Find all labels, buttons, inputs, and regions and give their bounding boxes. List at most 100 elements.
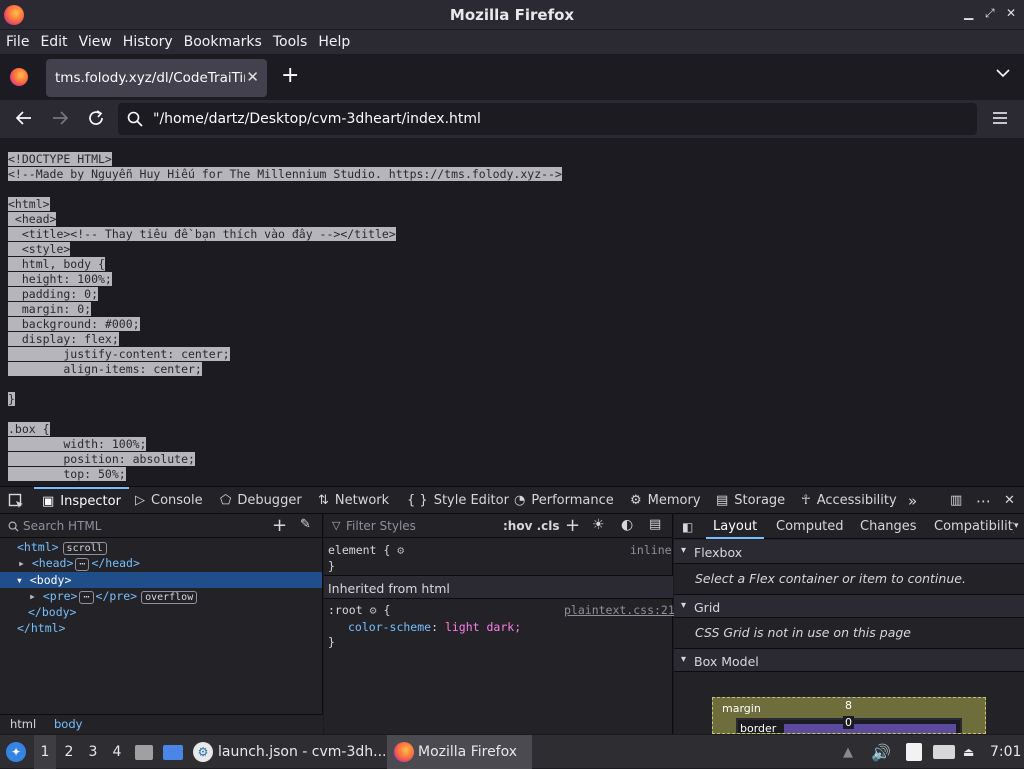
breadcrumb-body[interactable]: body xyxy=(54,717,82,731)
ellipsis-icon[interactable]: ⋯ xyxy=(79,591,94,604)
taskbar-firefox[interactable]: Mozilla Firefox xyxy=(387,735,532,769)
overflow-badge[interactable]: overflow xyxy=(141,591,198,604)
tab-compatibility[interactable]: Compatibility xyxy=(934,519,1014,534)
reload-icon[interactable] xyxy=(87,109,105,127)
workspace-4[interactable]: 4 xyxy=(106,735,128,769)
volume-icon[interactable]: 🔊 xyxy=(871,735,891,769)
workspace-2[interactable]: 2 xyxy=(58,735,80,769)
boxmodel-section-header[interactable]: ▾ Box Model xyxy=(674,648,1024,672)
node-head[interactable]: ▸ <head> ⋯ </head> xyxy=(18,556,140,571)
browser-tab[interactable]: tms.folody.xyz/dl/CodeTraiTim ✕ xyxy=(46,59,267,97)
more-tabs-icon[interactable]: » xyxy=(908,487,917,514)
workspace-3[interactable]: 3 xyxy=(82,735,104,769)
notification-icon[interactable]: ▲ xyxy=(843,735,853,769)
tab-performance[interactable]: ◔ Performance xyxy=(514,487,614,514)
node-html-close: </html> xyxy=(17,621,65,635)
tab-computed[interactable]: Computed xyxy=(776,519,844,534)
print-icon[interactable]: ▤ xyxy=(649,517,661,532)
root-source-link[interactable]: plaintext.css:21 xyxy=(564,603,675,617)
flexbox-section-header[interactable]: ▾ Flexbox xyxy=(674,540,1024,564)
close-window-icon[interactable]: ✕ xyxy=(1006,6,1016,20)
node-pre[interactable]: ▸ <pre> ⋯ </pre> overflow xyxy=(29,589,198,604)
tab-network[interactable]: ⇅ Network xyxy=(318,487,389,514)
collapse-arrow-icon[interactable]: ▾ xyxy=(16,573,30,587)
hamburger-menu-icon[interactable] xyxy=(992,111,1008,125)
tab-accessibility[interactable]: ☥ Accessibility xyxy=(801,487,897,514)
source-text: <!DOCTYPE HTML> <!--Made by Nguyễn Huy Hi… xyxy=(8,152,1024,482)
start-menu-icon[interactable]: ✦ xyxy=(6,735,26,769)
menu-history[interactable]: History xyxy=(123,34,173,50)
close-devtools-icon[interactable]: ✕ xyxy=(1004,487,1015,514)
menu-tools[interactable]: Tools xyxy=(273,34,308,50)
clipboard-icon[interactable] xyxy=(906,735,922,769)
sidebar-tabs: ◧ Layout Computed Changes Compatibility … xyxy=(674,514,1024,539)
workspace-1[interactable]: 1 xyxy=(34,735,56,769)
grid-section-header[interactable]: ▾ Grid xyxy=(674,594,1024,618)
margin-value[interactable]: 8 xyxy=(845,699,852,712)
tab-storage[interactable]: ▤ Storage xyxy=(716,487,785,514)
expand-arrow-icon[interactable]: ▸ xyxy=(29,589,43,603)
tab-console-label: Console xyxy=(151,493,203,508)
add-rule-icon[interactable]: + xyxy=(565,515,580,536)
root-rule[interactable]: :root ⚙ { xyxy=(328,603,390,617)
border-value[interactable]: 0 xyxy=(843,716,854,729)
element-rule[interactable]: element { ⚙ xyxy=(328,543,404,557)
tab-style-editor[interactable]: { } Style Editor xyxy=(407,487,509,514)
window-title: Mozilla Firefox xyxy=(449,5,575,24)
page-content[interactable]: <!DOCTYPE HTML> <!--Made by Nguyễn Huy Hi… xyxy=(0,138,1024,486)
new-tab-button[interactable]: + xyxy=(281,65,299,87)
tab-debugger[interactable]: ⬠ Debugger xyxy=(220,487,302,514)
expand-arrow-icon[interactable]: ▸ xyxy=(18,556,32,570)
grid-message: CSS Grid is not in use on this page xyxy=(695,625,911,640)
color-scheme-declaration[interactable]: color-scheme: light dark; xyxy=(348,620,521,634)
gear-icon[interactable]: ⚙ xyxy=(397,543,404,557)
forward-arrow-icon[interactable] xyxy=(51,109,69,127)
source-line: } xyxy=(8,392,1024,407)
tab-inspector[interactable]: ▣ Inspector xyxy=(34,487,129,514)
clock[interactable]: 7:01 xyxy=(990,735,1021,769)
menu-file[interactable]: File xyxy=(6,34,29,50)
hov-cls-toggle[interactable]: :hov .cls xyxy=(503,519,560,533)
tab-console[interactable]: ▷ Console xyxy=(135,487,203,514)
more-options-icon[interactable]: ⋯ xyxy=(976,487,991,514)
menu-view[interactable]: View xyxy=(79,34,112,50)
light-mode-icon[interactable]: ☀ xyxy=(592,517,605,533)
taskbar-vscode-label: launch.json - cvm-3dh... xyxy=(218,744,387,760)
node-body[interactable]: ▾ <body> xyxy=(16,573,71,587)
firefox-logo-icon xyxy=(4,5,24,25)
chevron-down-icon[interactable]: ▾ xyxy=(1014,521,1019,531)
tab-memory[interactable]: ⚙ Memory xyxy=(630,487,701,514)
menu-edit[interactable]: Edit xyxy=(40,34,67,50)
tab-layout[interactable]: Layout xyxy=(706,514,765,539)
collapse-arrow-icon: ▾ xyxy=(681,600,687,611)
address-bar[interactable]: "/home/dartz/Desktop/cvm-3dheart/index.h… xyxy=(118,103,977,135)
file-manager-icon[interactable] xyxy=(135,735,153,769)
node-html[interactable]: <html> scroll xyxy=(17,540,107,555)
close-tab-icon[interactable]: ✕ xyxy=(246,68,259,86)
eyedropper-icon[interactable]: ✎ xyxy=(300,517,311,532)
toggle-sidebar-icon[interactable]: ◧ xyxy=(682,520,693,534)
chevron-down-icon[interactable] xyxy=(996,68,1010,78)
gear-icon[interactable]: ⚙ xyxy=(370,603,377,617)
menu-bookmarks[interactable]: Bookmarks xyxy=(184,34,262,50)
tab-changes[interactable]: Changes xyxy=(860,519,917,534)
minimize-icon[interactable]: ▁ xyxy=(964,6,973,20)
network-icon[interactable] xyxy=(933,735,955,769)
filter-styles-input[interactable]: Filter Styles xyxy=(346,519,416,533)
dark-mode-icon[interactable]: ◐ xyxy=(621,517,633,533)
show-desktop-icon[interactable] xyxy=(163,735,183,769)
element-picker-icon[interactable] xyxy=(8,493,24,509)
breadcrumb-html[interactable]: html xyxy=(10,717,36,731)
back-arrow-icon[interactable] xyxy=(15,109,33,127)
restore-icon[interactable]: ⤢ xyxy=(985,6,995,21)
scroll-badge[interactable]: scroll xyxy=(62,542,107,555)
ellipsis-icon[interactable]: ⋯ xyxy=(75,558,90,571)
taskbar-vscode[interactable]: ⚙ launch.json - cvm-3dh... xyxy=(193,735,395,769)
node-body-close: </body> xyxy=(28,605,76,619)
search-html-input[interactable]: Search HTML xyxy=(23,519,101,533)
eject-icon[interactable]: ⏏ xyxy=(963,735,974,769)
add-node-icon[interactable]: + xyxy=(272,515,287,536)
menu-help[interactable]: Help xyxy=(318,34,350,50)
dock-icon[interactable]: ▥ xyxy=(950,487,962,514)
firefox-view-icon[interactable] xyxy=(10,68,28,86)
